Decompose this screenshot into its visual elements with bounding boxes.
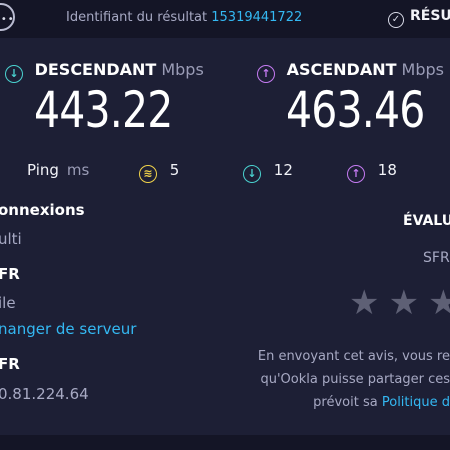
star-1-icon[interactable]: ★ <box>349 283 379 323</box>
connections-title: onnexions <box>0 201 85 219</box>
ping-upload: ↑ 18 <box>347 161 397 183</box>
bottom-bar <box>0 435 450 450</box>
result-id-label: Identifiant du résultat <box>66 10 208 25</box>
rating-note-text: prévoit sa <box>313 395 378 410</box>
result-id-row: Identifiant du résultat 15319441722 <box>66 10 302 25</box>
ping-label-group: Ping ms <box>27 161 89 179</box>
rating-title: ÉVALU <box>403 213 450 229</box>
ping-unit: ms <box>66 161 90 179</box>
upload-arrow-icon: ↑ <box>257 65 275 83</box>
results-button[interactable]: ✓ RÉSU <box>388 8 450 28</box>
ping-idle-value: 5 <box>169 161 180 179</box>
result-id-link[interactable]: 15319441722 <box>211 10 302 25</box>
more-dots-icon: ••• <box>0 14 15 25</box>
server-title: FR <box>0 355 20 373</box>
download-speed-value: 443.22 <box>34 81 173 139</box>
download-label: DESCENDANT <box>34 60 157 79</box>
download-arrow-icon: ↓ <box>5 65 23 83</box>
change-server-link[interactable]: nanger de serveur <box>0 320 136 338</box>
download-header: ↓ DESCENDANT Mbps <box>5 60 204 83</box>
result-panel: ↓ DESCENDANT Mbps 443.22 ↑ ASCENDANT Mbps … <box>0 38 450 435</box>
rating-note-line-3: prévoit sa Politique d <box>313 395 450 410</box>
star-3-icon[interactable]: ★ <box>428 283 450 323</box>
isp-value: ile <box>0 294 16 312</box>
star-2-icon[interactable]: ★ <box>389 283 419 323</box>
upload-unit: Mbps <box>401 60 444 79</box>
isp-title: FR <box>0 265 20 283</box>
check-circle-icon: ✓ <box>388 12 404 28</box>
rating-note-line-2: qu'Ookla puisse partager ces <box>260 372 450 387</box>
upload-label: ASCENDANT <box>286 60 397 79</box>
ping-idle-icon: ≋ <box>139 165 157 183</box>
top-bar: ••• Identifiant du résultat 15319441722 … <box>0 0 450 38</box>
ping-upload-icon: ↑ <box>347 165 365 183</box>
results-button-label: RÉSU <box>410 8 450 24</box>
connections-value: ulti <box>0 230 22 248</box>
upload-header: ↑ ASCENDANT Mbps <box>257 60 444 83</box>
more-menu-button[interactable]: ••• <box>0 3 15 31</box>
server-ip: 0.81.224.64 <box>0 385 89 403</box>
rating-stars: ★ ★ ★ <box>349 286 450 320</box>
rating-note-line-1: En envoyant cet avis, vous re <box>257 349 450 364</box>
ping-download: ↓ 12 <box>243 161 293 183</box>
rating-provider: SFR <box>423 250 450 266</box>
ping-idle: ≋ 5 <box>139 161 179 183</box>
ping-label: Ping <box>27 161 59 179</box>
ping-download-icon: ↓ <box>243 165 261 183</box>
privacy-policy-link[interactable]: Politique d <box>382 395 450 410</box>
upload-speed-value: 463.46 <box>286 81 425 139</box>
download-unit: Mbps <box>161 60 204 79</box>
ping-upload-value: 18 <box>377 161 397 179</box>
ping-download-value: 12 <box>273 161 293 179</box>
